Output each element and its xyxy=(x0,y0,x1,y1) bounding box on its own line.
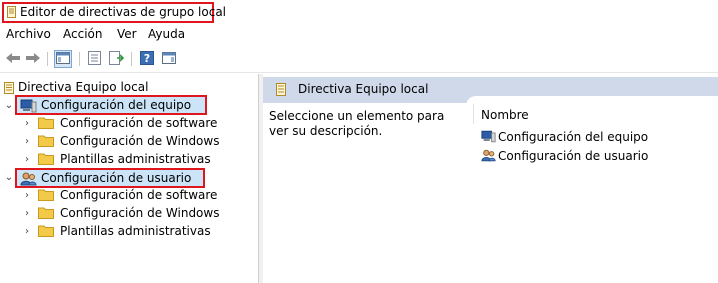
arrow-right-icon xyxy=(25,52,41,67)
tree-node-label: Plantillas administrativas xyxy=(60,224,211,238)
help-button[interactable]: ? xyxy=(138,50,156,68)
toolbar: ? xyxy=(0,46,718,73)
menu-ayuda[interactable]: Ayuda xyxy=(148,27,185,41)
tree-node-label: Configuración de usuario xyxy=(41,171,192,185)
tree-node-label: Configuración de software xyxy=(60,188,218,202)
export-list-button[interactable] xyxy=(107,50,125,68)
action-pane-icon xyxy=(162,51,176,67)
toolbar-separator xyxy=(79,52,80,66)
chevron-right-icon[interactable]: › xyxy=(22,204,32,222)
menu-bar: Archivo Acción Ver Ayuda xyxy=(0,26,718,46)
policy-document-icon xyxy=(276,83,286,99)
tree-node-computer-config[interactable]: Configuración del equipo xyxy=(15,95,207,115)
folder-icon xyxy=(38,224,54,237)
tree-node-label: Plantillas administrativas xyxy=(60,152,211,166)
properties-button[interactable] xyxy=(85,50,103,68)
chevron-right-icon[interactable]: › xyxy=(22,222,32,240)
column-header-name[interactable]: Nombre xyxy=(481,108,529,122)
chevron-down-icon[interactable]: ⌄ xyxy=(4,96,14,114)
computer-icon xyxy=(481,130,496,148)
details-header-title: Directiva Equipo local xyxy=(298,82,429,96)
back-button[interactable] xyxy=(4,50,22,68)
column-divider[interactable] xyxy=(473,104,474,124)
toolbar-separator xyxy=(47,52,48,66)
show-hide-action-pane-button[interactable] xyxy=(160,50,178,68)
show-hide-tree-button[interactable] xyxy=(54,50,72,68)
users-icon xyxy=(481,149,496,167)
tree-node-label: Configuración de software xyxy=(60,116,218,130)
chevron-right-icon[interactable]: › xyxy=(22,114,32,132)
menu-archivo[interactable]: Archivo xyxy=(6,27,51,41)
toolbar-separator xyxy=(131,52,132,66)
tree-node-label: Configuración de Windows xyxy=(60,134,220,148)
folder-icon xyxy=(38,188,54,201)
list-item-label: Configuración del equipo xyxy=(498,130,649,144)
forward-button[interactable] xyxy=(24,50,42,68)
list-item-label: Configuración de usuario xyxy=(498,149,649,163)
folder-icon xyxy=(38,152,54,165)
menu-ver[interactable]: Ver xyxy=(117,27,137,41)
menu-accion[interactable]: Acción xyxy=(63,27,102,41)
svg-text:?: ? xyxy=(144,52,150,65)
console-tree-pane: Directiva Equipo local ⌄ Configuración d… xyxy=(0,74,259,283)
folder-icon xyxy=(38,116,54,129)
folder-icon xyxy=(38,134,54,147)
details-list-area xyxy=(466,96,718,106)
tree-root-label: Directiva Equipo local xyxy=(18,80,149,94)
help-icon: ? xyxy=(140,50,154,68)
description-text: Seleccione un elemento para ver su descr… xyxy=(269,109,445,138)
details-pane: Directiva Equipo local Seleccione un ele… xyxy=(263,74,718,283)
tree-node-user-config[interactable]: Configuración de usuario xyxy=(15,168,205,188)
title-bar: Editor de directivas de grupo local xyxy=(0,0,718,26)
arrow-left-icon xyxy=(5,52,21,67)
export-list-icon xyxy=(108,50,124,68)
chevron-right-icon[interactable]: › xyxy=(22,150,32,168)
properties-icon xyxy=(87,50,101,68)
tree-node-label: Configuración de Windows xyxy=(60,206,220,220)
tree-node-label: Configuración del equipo xyxy=(41,98,192,112)
policy-document-icon xyxy=(7,6,16,18)
console-tree-icon xyxy=(56,51,70,67)
chevron-right-icon[interactable]: › xyxy=(22,132,32,150)
window-title: Editor de directivas de grupo local xyxy=(20,5,227,19)
chevron-right-icon[interactable]: › xyxy=(22,186,32,204)
folder-icon xyxy=(38,206,54,219)
chevron-down-icon[interactable]: ⌄ xyxy=(4,168,14,186)
